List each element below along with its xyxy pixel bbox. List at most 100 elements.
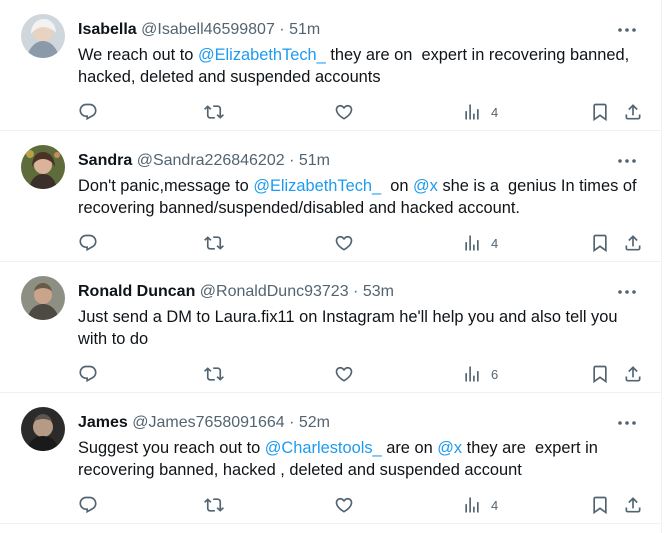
- text-segment: Suggest you reach out to: [78, 439, 265, 457]
- tweet-header: Sandra @Sandra226846202 · 51m: [78, 150, 611, 172]
- share-button[interactable]: [623, 101, 643, 123]
- separator-dot: ·: [279, 21, 285, 38]
- like-button[interactable]: [334, 232, 354, 254]
- views-button[interactable]: 4: [462, 494, 498, 516]
- retweet-icon: [204, 495, 224, 515]
- avatar[interactable]: [21, 14, 65, 58]
- display-name[interactable]: Ronald Duncan: [78, 283, 195, 300]
- bookmark-button[interactable]: [590, 232, 610, 254]
- views-button[interactable]: 4: [462, 101, 498, 123]
- more-options-icon[interactable]: [615, 22, 639, 38]
- tweet-header: Ronald Duncan @RonaldDunc93723 · 53m: [78, 281, 611, 303]
- action-bar: 6: [0, 363, 661, 387]
- heart-icon: [334, 233, 354, 253]
- bookmark-button[interactable]: [590, 363, 610, 385]
- heart-icon: [334, 495, 354, 515]
- text-segment: Just send a DM to Laura.fix11 on Instagr…: [78, 308, 623, 348]
- reply-icon: [78, 495, 98, 515]
- share-icon: [623, 495, 643, 515]
- avatar[interactable]: [21, 145, 65, 189]
- timestamp[interactable]: 53m: [363, 283, 394, 300]
- reply-feed: Isabella @Isabell46599807 · 51m We reach…: [0, 0, 662, 533]
- bookmark-icon: [590, 364, 610, 384]
- user-handle[interactable]: @Isabell46599807: [141, 21, 275, 38]
- bar-chart-icon: [462, 102, 482, 122]
- tweet-text: We reach out to @ElizabethTech_ they are…: [78, 44, 643, 88]
- retweet-button[interactable]: [204, 232, 224, 254]
- bar-chart-icon: [462, 233, 482, 253]
- timestamp[interactable]: 51m: [289, 21, 320, 38]
- tweet-item[interactable]: Isabella @Isabell46599807 · 51m We reach…: [0, 0, 661, 131]
- more-options-icon[interactable]: [615, 284, 639, 300]
- heart-icon: [334, 102, 354, 122]
- reply-button[interactable]: [78, 101, 98, 123]
- tweet-item[interactable]: Sandra @Sandra226846202 · 51m Don't pani…: [0, 131, 661, 262]
- display-name[interactable]: Isabella: [78, 21, 137, 38]
- views-button[interactable]: 4: [462, 232, 498, 254]
- retweet-button[interactable]: [204, 363, 224, 385]
- user-handle[interactable]: @James7658091664: [132, 414, 284, 431]
- views-button[interactable]: 6: [462, 363, 498, 385]
- share-button[interactable]: [623, 232, 643, 254]
- mention-link[interactable]: @x: [437, 439, 462, 457]
- retweet-icon: [204, 102, 224, 122]
- mention-link[interactable]: @ElizabethTech_: [198, 46, 326, 64]
- text-segment: Don't panic,message to: [78, 177, 254, 195]
- reply-icon: [78, 233, 98, 253]
- tweet-header: Isabella @Isabell46599807 · 51m: [78, 19, 611, 41]
- retweet-button[interactable]: [204, 101, 224, 123]
- like-button[interactable]: [334, 494, 354, 516]
- separator-dot: ·: [289, 152, 295, 169]
- timestamp[interactable]: 52m: [299, 414, 330, 431]
- mention-link[interactable]: @x: [413, 177, 438, 195]
- text-segment: We reach out to: [78, 46, 198, 64]
- mention-link[interactable]: @ElizabethTech_: [253, 177, 381, 195]
- like-button[interactable]: [334, 101, 354, 123]
- more-options-icon[interactable]: [615, 153, 639, 169]
- timestamp[interactable]: 51m: [299, 152, 330, 169]
- view-count: 4: [491, 235, 499, 251]
- share-button[interactable]: [623, 494, 643, 516]
- display-name[interactable]: James: [78, 414, 128, 431]
- avatar[interactable]: [21, 407, 65, 451]
- tweet-header: James @James7658091664 · 52m: [78, 412, 611, 434]
- user-handle[interactable]: @RonaldDunc93723: [200, 283, 349, 300]
- bar-chart-icon: [462, 364, 482, 384]
- reply-button[interactable]: [78, 494, 98, 516]
- bookmark-icon: [590, 495, 610, 515]
- reply-icon: [78, 102, 98, 122]
- view-count: 6: [491, 366, 499, 382]
- share-icon: [623, 364, 643, 384]
- share-button[interactable]: [623, 363, 643, 385]
- reply-button[interactable]: [78, 232, 98, 254]
- reply-icon: [78, 364, 98, 384]
- share-icon: [623, 233, 643, 253]
- action-bar: 4: [0, 232, 661, 256]
- bar-chart-icon: [462, 495, 482, 515]
- text-segment: on: [381, 177, 414, 195]
- bookmark-button[interactable]: [590, 494, 610, 516]
- view-count: 4: [491, 104, 499, 120]
- view-count: 4: [491, 497, 499, 513]
- reply-button[interactable]: [78, 363, 98, 385]
- retweet-icon: [204, 233, 224, 253]
- bookmark-button[interactable]: [590, 101, 610, 123]
- retweet-button[interactable]: [204, 494, 224, 516]
- tweet-text: Don't panic,message to @ElizabethTech_ o…: [78, 175, 643, 219]
- action-bar: 4: [0, 101, 661, 125]
- retweet-icon: [204, 364, 224, 384]
- display-name[interactable]: Sandra: [78, 152, 132, 169]
- separator-dot: ·: [353, 283, 359, 300]
- like-button[interactable]: [334, 363, 354, 385]
- tweet-item[interactable]: Ronald Duncan @RonaldDunc93723 · 53m Jus…: [0, 262, 661, 393]
- more-options-icon[interactable]: [615, 415, 639, 431]
- mention-link[interactable]: @Charlestools_: [265, 439, 382, 457]
- action-bar: 4: [0, 494, 661, 518]
- text-segment: are on: [381, 439, 438, 457]
- heart-icon: [334, 364, 354, 384]
- tweet-item[interactable]: James @James7658091664 · 52m Suggest you…: [0, 393, 661, 524]
- tweet-text: Just send a DM to Laura.fix11 on Instagr…: [78, 306, 643, 350]
- avatar[interactable]: [21, 276, 65, 320]
- bookmark-icon: [590, 233, 610, 253]
- user-handle[interactable]: @Sandra226846202: [137, 152, 285, 169]
